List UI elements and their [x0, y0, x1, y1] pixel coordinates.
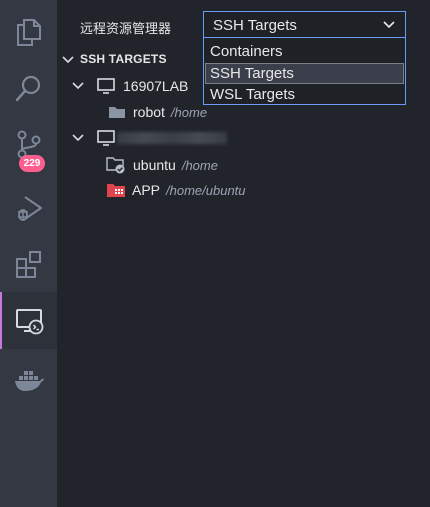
monitor-icon	[97, 130, 115, 146]
app-folder-icon	[107, 184, 125, 197]
chevron-down-icon	[62, 56, 74, 64]
folder-path: /home	[170, 104, 208, 120]
host-name: 16907LAB	[123, 78, 189, 94]
source-control-badge: 229	[19, 155, 45, 172]
chevron-down-icon	[72, 134, 84, 142]
option-ssh-targets[interactable]: SSH Targets	[205, 63, 404, 84]
run-debug-icon[interactable]	[0, 180, 57, 236]
section-title: SSH TARGETS	[80, 52, 167, 66]
source-control-icon[interactable]: 229	[0, 116, 57, 172]
chevron-down-icon	[383, 21, 395, 29]
target-type-dropdown: Containers SSH Targets WSL Targets	[203, 38, 406, 105]
folder-name: robot	[133, 104, 165, 120]
docker-icon[interactable]	[0, 352, 57, 408]
obscured-host-name	[117, 132, 227, 144]
folder-connected-icon	[106, 157, 125, 174]
chevron-down-icon	[72, 82, 84, 90]
explorer-icon[interactable]	[0, 4, 57, 60]
target-type-select[interactable]: SSH Targets	[203, 11, 406, 38]
extensions-icon[interactable]	[0, 236, 57, 292]
tree-item-folder-app[interactable]: APP /home/ubuntu	[106, 178, 246, 202]
folder-path: /home	[181, 157, 218, 173]
tree-item-host-obscured[interactable]	[71, 126, 227, 150]
folder-name: ubuntu	[133, 157, 176, 173]
tree-item-folder-ubuntu[interactable]: ubuntu /home	[106, 153, 218, 177]
monitor-icon	[97, 78, 115, 94]
option-containers[interactable]: Containers	[205, 41, 404, 62]
select-value: SSH Targets	[213, 17, 297, 34]
tree-item-folder-robot[interactable]: robot /home	[108, 100, 207, 124]
panel-title: 远程资源管理器	[80, 21, 172, 36]
tree-item-host-16907lab[interactable]: 16907LAB	[71, 74, 188, 98]
search-icon[interactable]	[0, 60, 57, 116]
folder-icon	[109, 107, 125, 118]
activity-bar: 229	[0, 0, 57, 507]
folder-name: APP	[132, 182, 161, 198]
option-wsl-targets[interactable]: WSL Targets	[205, 84, 404, 105]
folder-path: /home/ubuntu	[166, 182, 246, 198]
remote-explorer-icon[interactable]	[0, 292, 57, 349]
